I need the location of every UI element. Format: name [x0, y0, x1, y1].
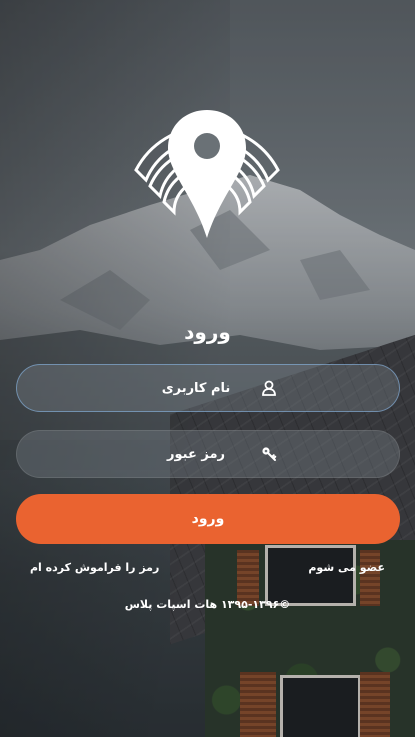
user-icon — [261, 380, 277, 396]
forgot-password-link[interactable]: رمز را فراموش کرده ام — [30, 561, 159, 574]
page-title: ورود — [184, 320, 231, 344]
key-icon — [261, 446, 277, 462]
username-field[interactable] — [16, 364, 400, 412]
password-field[interactable] — [16, 430, 400, 478]
password-input[interactable] — [139, 445, 253, 463]
signup-link[interactable]: عضو می شوم — [308, 561, 385, 574]
copyright-text: ©۱۳۹۵-۱۳۹۶ هات اسپات پلاس — [124, 598, 291, 611]
username-input[interactable] — [139, 379, 253, 397]
location-pin-wifi-logo — [134, 110, 280, 238]
login-button[interactable]: ورود — [16, 494, 400, 544]
